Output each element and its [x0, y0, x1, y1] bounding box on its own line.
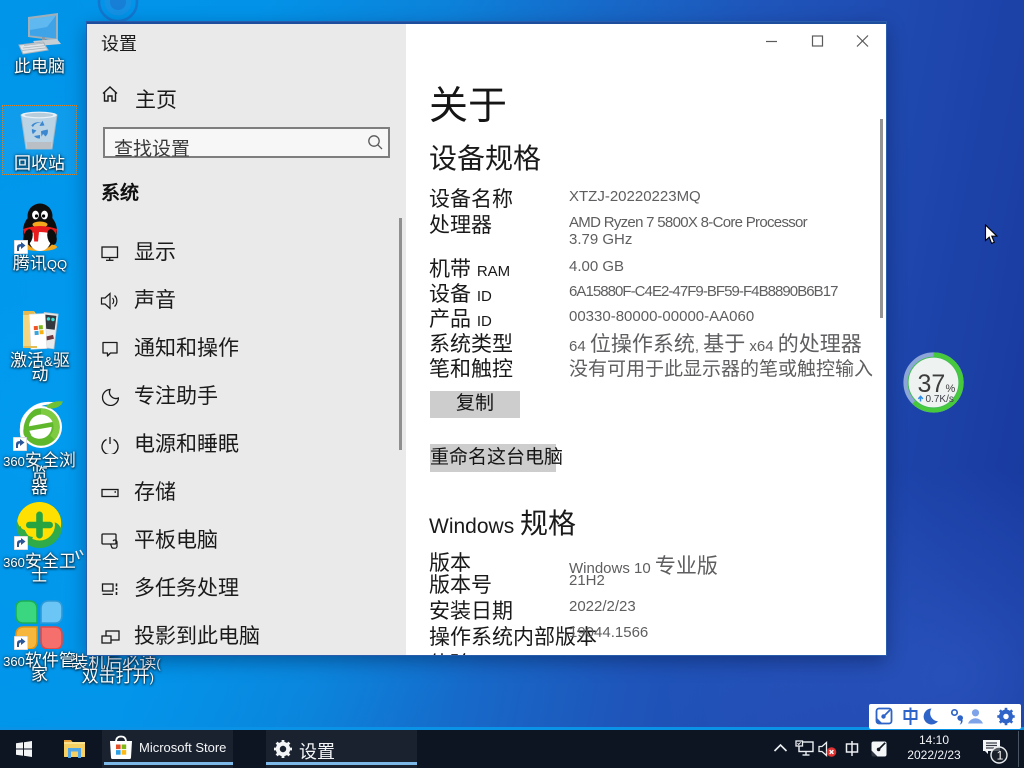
svg-text:0.7K/s: 0.7K/s — [926, 394, 954, 405]
svg-text:1: 1 — [997, 749, 1004, 763]
